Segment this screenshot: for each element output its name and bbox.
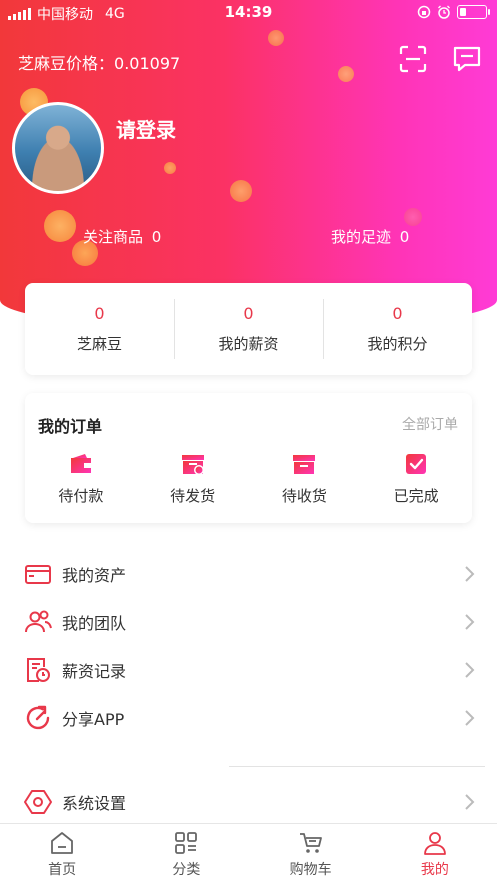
menu-divider <box>229 766 485 767</box>
completed-check-icon <box>406 454 427 474</box>
stat-label: 我的薪资 <box>218 335 279 353</box>
settings-icon <box>24 790 52 814</box>
chevron-right-icon <box>465 566 475 582</box>
bean-price-label: 芝麻豆价格： <box>18 54 115 73</box>
category-icon <box>175 832 198 854</box>
order-label: 待收货 <box>281 487 327 505</box>
decor-bubble <box>44 210 76 242</box>
tab-cart[interactable]: 购物车 <box>249 824 373 883</box>
stat-sesame-bean[interactable]: 0 芝麻豆 <box>25 283 174 375</box>
stat-value: 0 <box>243 304 254 323</box>
order-label: 待付款 <box>58 487 104 505</box>
battery-icon <box>457 5 490 19</box>
message-icon[interactable] <box>452 44 482 74</box>
tab-label: 分类 <box>172 862 201 878</box>
chevron-right-icon <box>465 614 475 630</box>
follow-goods-count: 0 <box>151 228 162 246</box>
decor-bubble <box>164 162 176 174</box>
footprint[interactable]: 我的足迹 0 <box>331 226 409 247</box>
menu-my-team[interactable]: 我的团队 <box>0 602 497 642</box>
stat-points[interactable]: 0 我的积分 <box>323 283 472 375</box>
box-icon <box>293 455 316 474</box>
menu-label: 我的资产 <box>62 566 127 585</box>
decor-bubble <box>404 208 422 226</box>
decor-bubble <box>268 30 284 46</box>
orders-title: 我的订单 <box>38 417 103 436</box>
cart-icon <box>299 833 322 853</box>
menu-share-app[interactable]: 分享APP <box>0 698 497 738</box>
login-link[interactable]: 请登录 <box>116 114 176 143</box>
menu-my-assets[interactable]: 我的资产 <box>0 554 497 594</box>
stat-label: 芝麻豆 <box>76 335 122 353</box>
tab-category[interactable]: 分类 <box>124 824 248 883</box>
bean-price-value: 0.01097 <box>114 54 181 73</box>
follow-goods-label: 关注商品 <box>83 228 144 246</box>
order-pending-shipment[interactable]: 待发货 <box>137 451 249 506</box>
bean-price: 芝麻豆价格：0.01097 <box>18 50 180 74</box>
bottom-tab-bar: 首页 分类 购物车 我的 <box>0 823 497 883</box>
status-bar: 中国移动 4G 14:39 <box>0 0 497 26</box>
team-icon <box>25 610 52 633</box>
order-pending-receipt[interactable]: 待收货 <box>249 451 361 506</box>
wallet-outline-icon <box>25 565 51 584</box>
all-orders-link[interactable]: 全部订单 <box>402 414 458 434</box>
menu-label: 薪资记录 <box>62 662 127 681</box>
tab-mine[interactable]: 我的 <box>373 824 497 883</box>
order-label: 待发货 <box>170 487 216 505</box>
menu-label: 分享APP <box>62 710 125 729</box>
chevron-right-icon <box>465 662 475 678</box>
menu-system-settings[interactable]: 系统设置 <box>0 782 497 822</box>
decor-bubble <box>338 66 354 82</box>
stat-label: 我的积分 <box>367 335 428 353</box>
orientation-lock-icon <box>417 5 431 19</box>
wallet-icon <box>70 454 91 473</box>
tab-label: 购物车 <box>289 862 332 878</box>
stat-salary[interactable]: 0 我的薪资 <box>174 283 323 375</box>
order-completed[interactable]: 已完成 <box>360 451 472 506</box>
stat-value: 0 <box>392 304 403 323</box>
home-icon <box>51 832 74 854</box>
user-icon <box>423 832 446 855</box>
scan-icon[interactable] <box>398 44 428 74</box>
pending-shipment-icon <box>181 455 204 475</box>
alarm-icon <box>438 5 450 19</box>
tab-label: 首页 <box>48 862 77 878</box>
footprint-label: 我的足迹 <box>331 228 392 246</box>
chevron-right-icon <box>465 710 475 726</box>
stat-value: 0 <box>94 304 105 323</box>
chevron-right-icon <box>465 794 475 810</box>
share-icon <box>26 705 50 730</box>
order-label: 已完成 <box>393 487 439 505</box>
menu-label: 我的团队 <box>62 614 127 633</box>
decor-bubble <box>230 180 252 202</box>
salary-record-icon <box>27 658 50 682</box>
menu-label: 系统设置 <box>62 794 127 813</box>
order-pending-payment[interactable]: 待付款 <box>25 451 137 506</box>
footprint-count: 0 <box>399 228 410 246</box>
avatar[interactable] <box>12 102 104 194</box>
follow-goods[interactable]: 关注商品 0 <box>83 226 161 247</box>
orders-card: 我的订单 全部订单 待付款 待发货 待收货 已完成 <box>25 393 472 523</box>
stats-card: 0 芝麻豆 0 我的薪资 0 我的积分 <box>25 283 472 375</box>
tab-label: 我的 <box>420 862 449 878</box>
menu-salary-record[interactable]: 薪资记录 <box>0 650 497 690</box>
tab-home[interactable]: 首页 <box>0 824 124 883</box>
